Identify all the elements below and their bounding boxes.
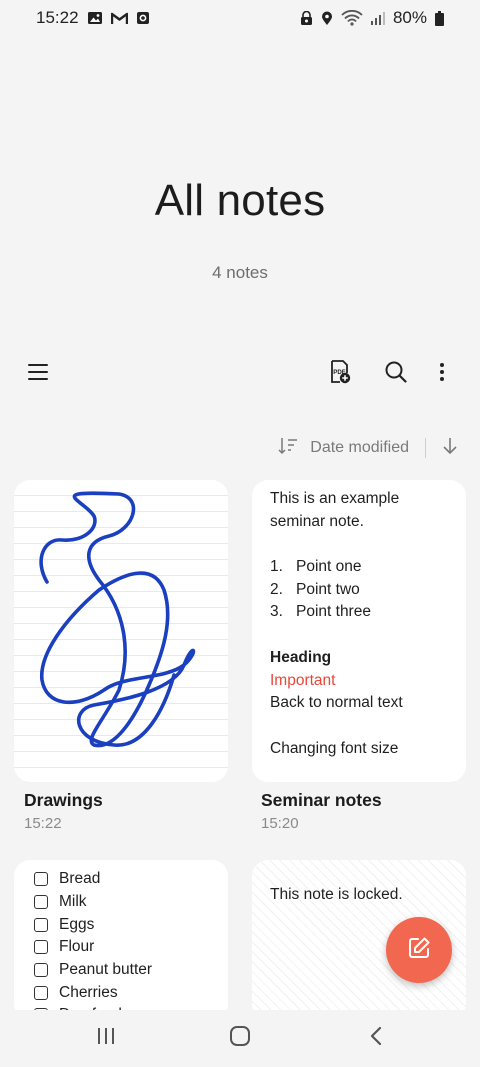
location-icon: [321, 11, 333, 26]
note-card-seminar[interactable]: This is an example seminar note. 1. Point…: [252, 480, 466, 782]
more-options-icon: [439, 362, 445, 387]
checklist-item: Cherries: [34, 981, 208, 1004]
checkbox[interactable]: [34, 985, 48, 1000]
signal-icon: [370, 11, 385, 25]
back-icon: [369, 1026, 383, 1051]
checkbox[interactable]: [34, 895, 48, 910]
battery-icon: [435, 10, 444, 26]
note-blank-line: [270, 715, 448, 738]
checklist-item: Eggs: [34, 913, 208, 936]
list-item: 2. Point two: [270, 580, 360, 598]
note-card-checklist[interactable]: Bread Milk Eggs Flour Peanut butter Cher…: [14, 860, 228, 1020]
home-button[interactable]: [216, 1020, 264, 1056]
sort-order-icon[interactable]: [278, 437, 298, 460]
screenshot-icon: [136, 11, 150, 25]
status-right: 80%: [300, 8, 444, 28]
note-blank-line: [270, 624, 448, 647]
note-time-seminar: 15:20: [261, 815, 299, 832]
status-left: 15:22: [36, 8, 150, 28]
note-title-seminar[interactable]: Seminar notes: [261, 790, 382, 811]
search-button[interactable]: [374, 352, 418, 396]
note-line: seminar note.: [270, 512, 364, 530]
checklist-item: Bread: [34, 868, 208, 891]
checkbox[interactable]: [34, 872, 48, 887]
page-title: All notes: [154, 176, 326, 225]
back-button[interactable]: [352, 1020, 400, 1056]
search-icon: [385, 361, 407, 388]
checklist-item: Flour: [34, 936, 208, 959]
note-blank-line: [270, 533, 448, 556]
drawing-preview: [39, 491, 196, 748]
gallery-icon: [87, 11, 103, 25]
sort-divider: [425, 438, 426, 458]
note-time-drawings: 15:22: [24, 815, 62, 832]
note-line: Back to normal text: [270, 694, 403, 712]
note-card-drawings[interactable]: [14, 480, 228, 782]
sort-direction-button[interactable]: [442, 437, 458, 460]
note-important: Important: [270, 671, 336, 689]
secure-folder-icon: [300, 10, 313, 26]
checklist-item: Milk: [34, 891, 208, 914]
pdf-import-icon: PDF: [329, 359, 351, 389]
list-item: 3. Point three: [270, 603, 371, 621]
wifi-icon: [341, 10, 363, 26]
checkbox[interactable]: [34, 940, 48, 955]
checkbox[interactable]: [34, 963, 48, 978]
compose-icon: [407, 936, 431, 965]
note-heading: Heading: [270, 648, 332, 666]
status-bar: 15:22 80%: [0, 0, 480, 36]
status-time: 15:22: [36, 8, 79, 27]
more-options-button[interactable]: [420, 352, 464, 396]
note-line: This is an example: [270, 490, 400, 507]
gmail-icon: [110, 12, 128, 25]
note-title-drawings[interactable]: Drawings: [24, 790, 103, 811]
recent-apps-icon: [96, 1027, 116, 1050]
list-item: 1. Point one: [270, 558, 362, 576]
note-count: 4 notes: [212, 263, 268, 282]
locked-note-text: This note is locked.: [270, 886, 403, 903]
toolbar: PDF: [0, 352, 480, 396]
battery-percent: 80%: [392, 8, 427, 27]
sort-label[interactable]: Date modified: [310, 439, 409, 457]
menu-button[interactable]: [16, 352, 60, 396]
home-icon: [229, 1025, 251, 1052]
sort-bar: Date modified: [278, 432, 458, 464]
navigation-bar: [0, 1010, 480, 1067]
note-line: Changing font size: [270, 739, 399, 757]
new-note-button[interactable]: [386, 917, 452, 983]
recent-apps-button[interactable]: [82, 1020, 130, 1056]
pdf-import-button[interactable]: PDF: [318, 352, 362, 396]
arrow-down-icon: [442, 437, 458, 459]
checkbox[interactable]: [34, 917, 48, 932]
menu-icon: [28, 363, 48, 386]
checklist-item: Peanut butter: [34, 959, 208, 982]
